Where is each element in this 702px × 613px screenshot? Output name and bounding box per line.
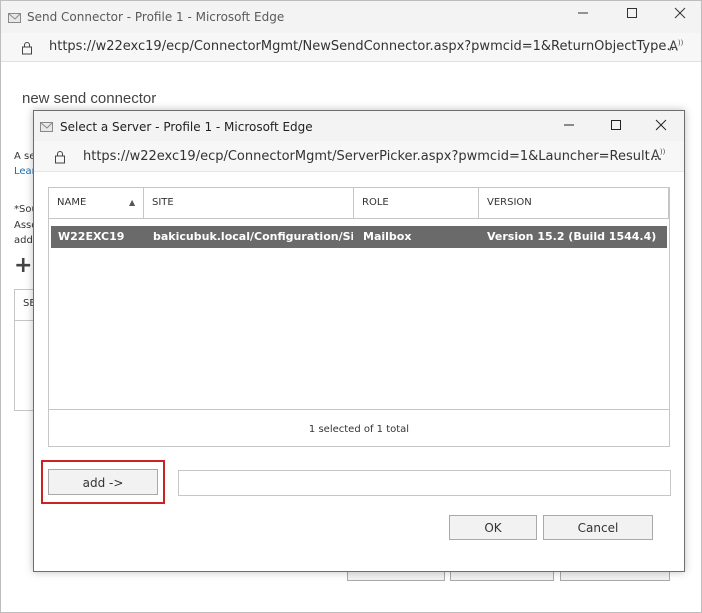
dialog-title: Select a Server - Profile 1 - Microsoft …: [60, 120, 313, 134]
minimize-icon[interactable]: [554, 119, 584, 135]
window-icon: [8, 10, 22, 29]
read-aloud-icon[interactable]: A)): [669, 39, 683, 54]
maximize-icon[interactable]: [617, 7, 647, 23]
divider: [49, 409, 669, 410]
maximize-icon[interactable]: [601, 119, 631, 135]
grid-header: NAME ▲ SITE ROLE VERSION: [49, 188, 669, 219]
column-header-name[interactable]: NAME ▲: [49, 188, 144, 218]
dialog-address-bar[interactable]: https://w22exc19/ecp/ConnectorMgmt/Serve…: [34, 141, 684, 172]
cancel-button[interactable]: Cancel: [543, 515, 653, 540]
column-header-label: SITE: [152, 197, 174, 208]
cell-role: Mailbox: [363, 230, 412, 243]
outer-address-bar[interactable]: https://w22exc19/ecp/ConnectorMgmt/NewSe…: [1, 33, 701, 62]
add-button[interactable]: add ->: [48, 469, 158, 495]
outer-window-title: Send Connector - Profile 1 - Microsoft E…: [27, 10, 285, 24]
window-icon: [40, 119, 54, 138]
outer-url-text: https://w22exc19/ecp/ConnectorMgmt/NewSe…: [49, 39, 679, 54]
table-row[interactable]: W22EXC19 bakicubuk.local/Configuration/S…: [51, 226, 667, 248]
selected-servers-field[interactable]: [178, 470, 671, 496]
outer-text-fragment: add: [14, 235, 33, 246]
cell-site: bakicubuk.local/Configuration/Site...: [153, 230, 353, 243]
close-icon[interactable]: [665, 7, 695, 23]
column-header-site[interactable]: SITE: [144, 188, 354, 218]
select-server-dialog: Select a Server - Profile 1 - Microsoft …: [33, 110, 685, 572]
sort-ascending-icon: ▲: [129, 198, 136, 207]
column-header-label: NAME: [57, 197, 87, 208]
column-header-version[interactable]: VERSION: [479, 188, 669, 218]
read-aloud-icon[interactable]: A)): [651, 148, 665, 163]
server-grid: NAME ▲ SITE ROLE VERSION W22EXC19 bakicu…: [48, 187, 670, 447]
outer-titlebar[interactable]: Send Connector - Profile 1 - Microsoft E…: [1, 1, 701, 33]
column-header-label: ROLE: [362, 197, 389, 208]
selection-status: 1 selected of 1 total: [308, 424, 410, 435]
outer-page-heading: new send connector: [22, 90, 157, 107]
dialog-url-text: https://w22exc19/ecp/ConnectorMgmt/Serve…: [83, 149, 663, 164]
minimize-icon[interactable]: [568, 7, 598, 23]
column-header-label: VERSION: [487, 197, 532, 208]
cell-name: W22EXC19: [58, 230, 125, 243]
outer-add-icon[interactable]: +: [14, 255, 32, 277]
dialog-titlebar[interactable]: Select a Server - Profile 1 - Microsoft …: [34, 111, 684, 141]
cell-version: Version 15.2 (Build 1544.4): [487, 230, 657, 243]
lock-icon: [54, 149, 66, 168]
column-header-role[interactable]: ROLE: [354, 188, 479, 218]
ok-button[interactable]: OK: [449, 515, 537, 540]
close-icon[interactable]: [646, 119, 676, 135]
lock-icon: [21, 40, 33, 59]
